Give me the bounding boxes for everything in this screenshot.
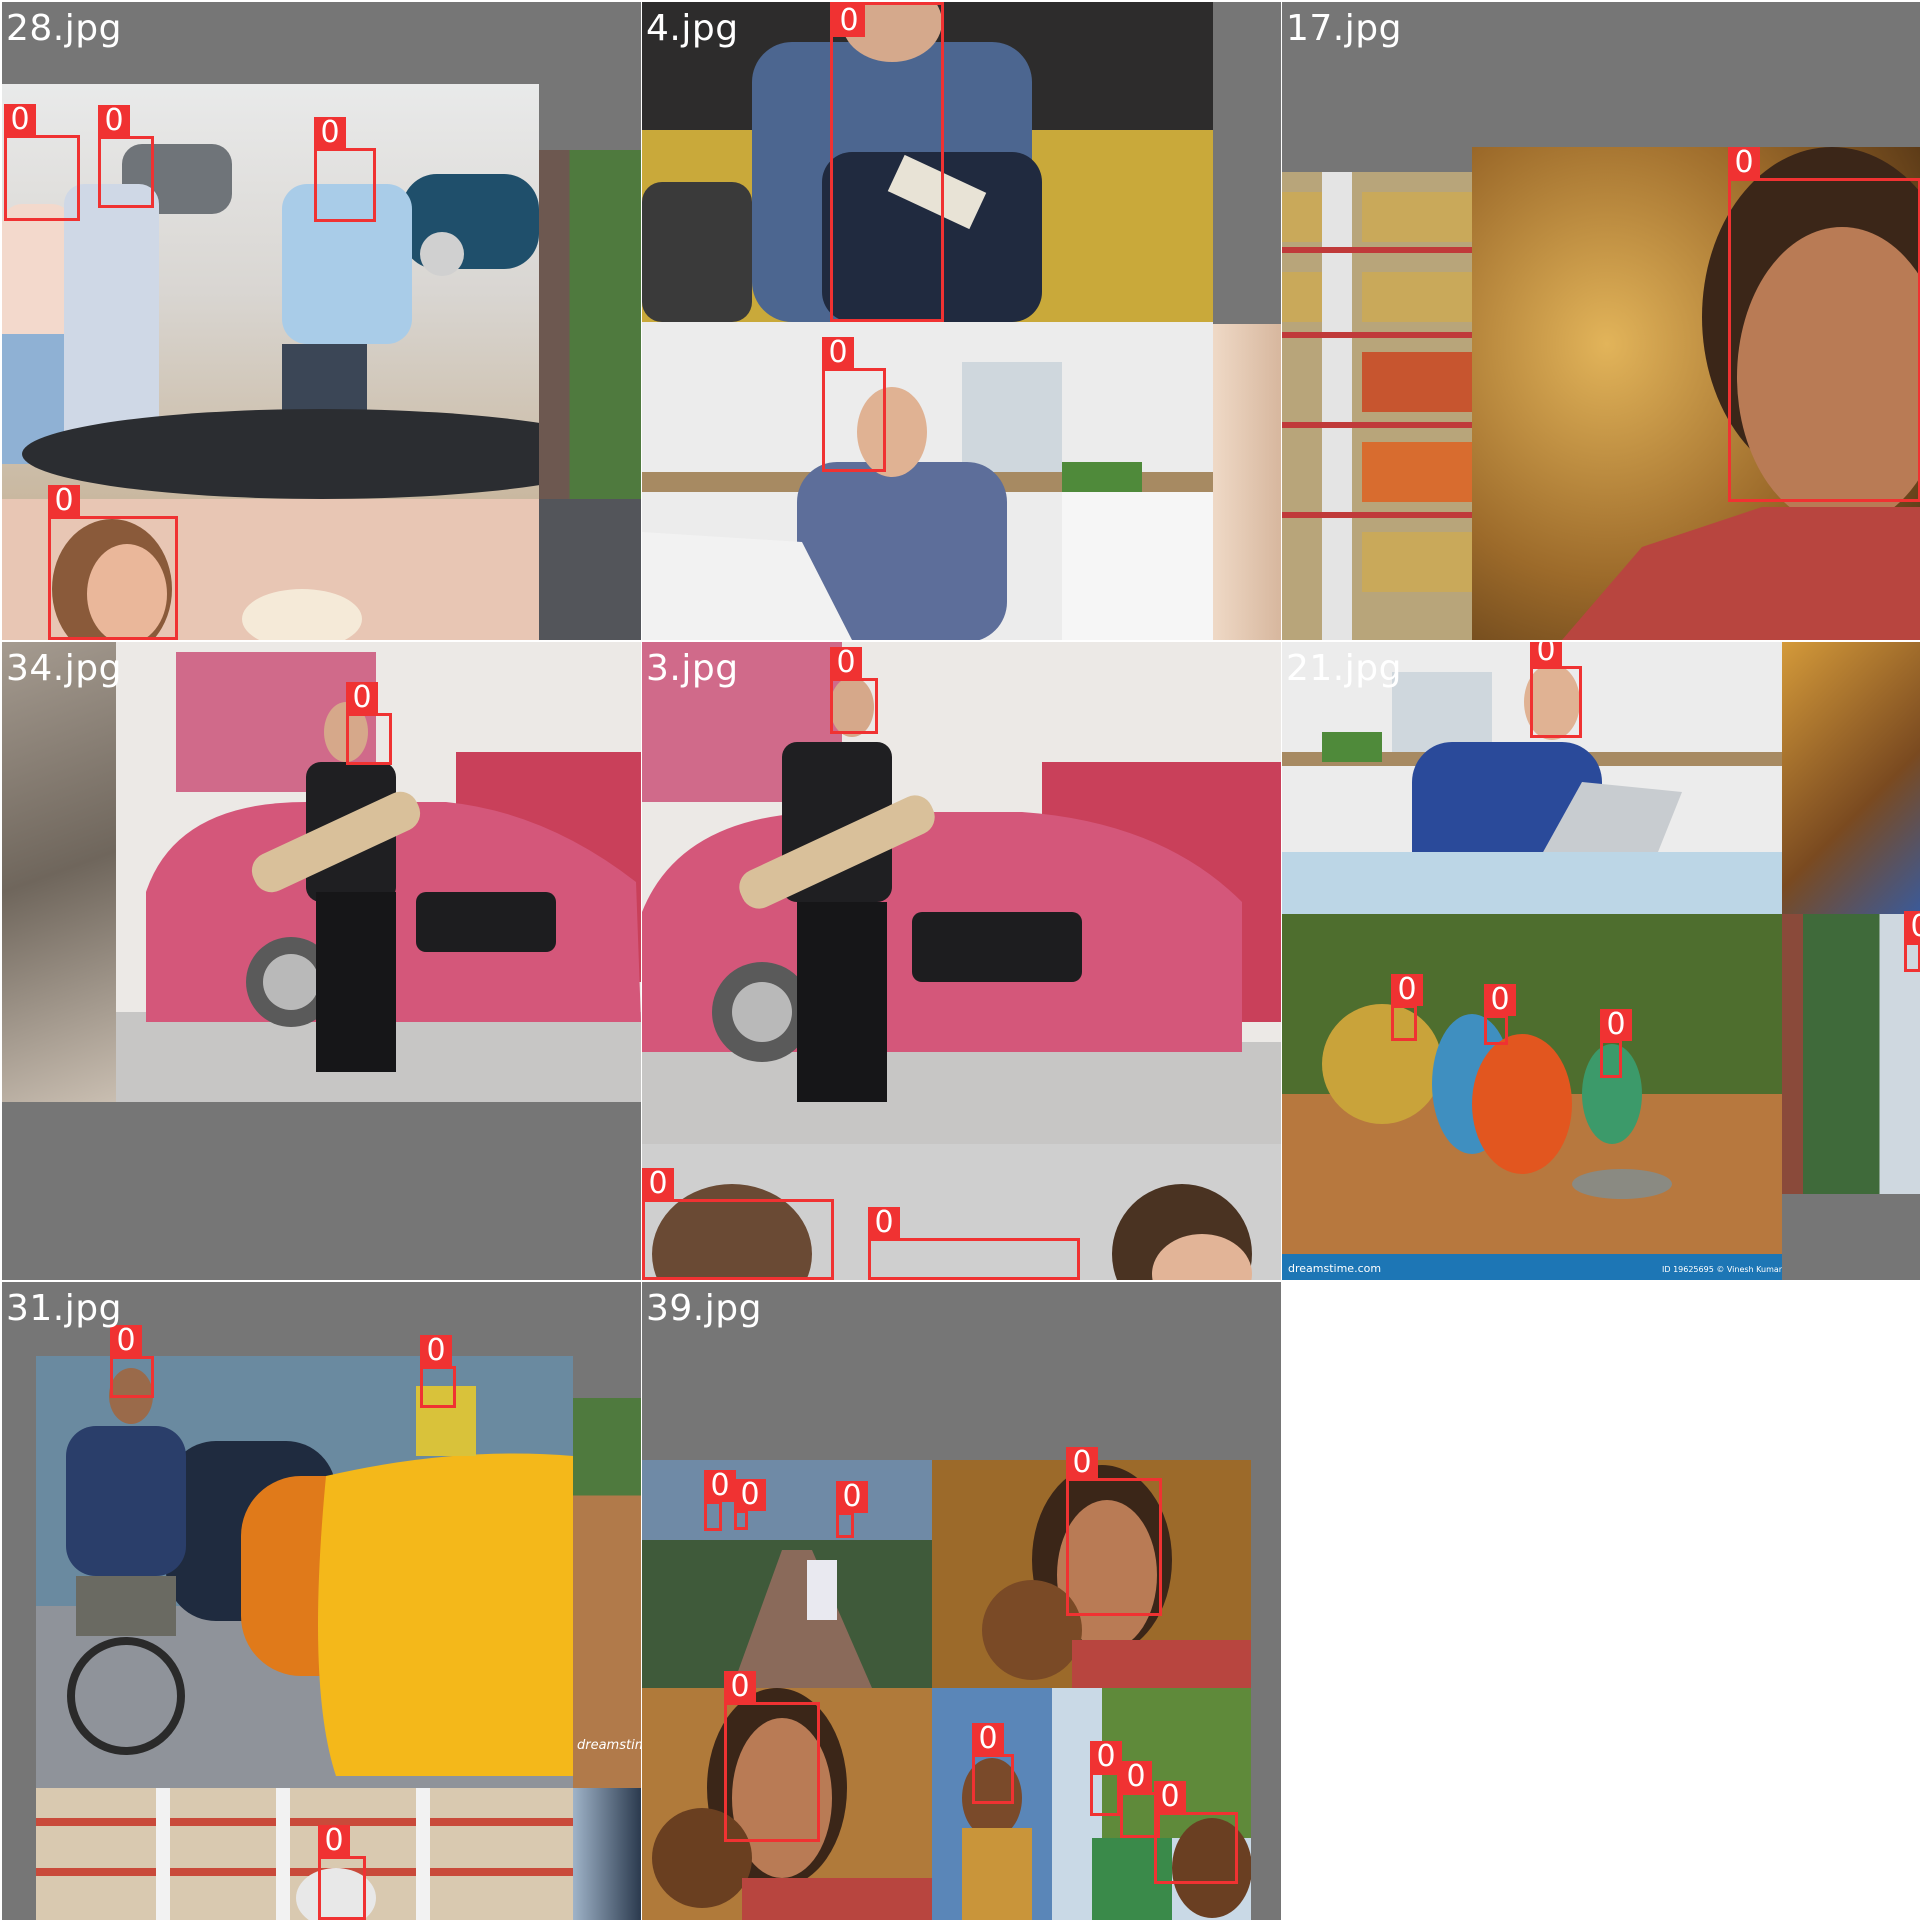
- detection-box: 0: [314, 117, 376, 222]
- mosaic-tile-3: 3.jpg 0 0 0: [642, 642, 1281, 1280]
- empty-grid-cell: [1282, 1282, 1920, 1920]
- class-label: 0: [1904, 911, 1920, 943]
- class-label: 0: [724, 1671, 756, 1703]
- photo-forest-path: [642, 1460, 932, 1688]
- photo-street-railing: [1782, 914, 1920, 1194]
- class-label: 0: [48, 485, 80, 517]
- tile-title: 28.jpg: [6, 8, 122, 49]
- detection-box: 0: [830, 2, 944, 322]
- photo-car-showroom: [2, 84, 539, 499]
- photo-women-planting: dreamstime.com ID 19625695 © Vinesh Kuma…: [1282, 914, 1782, 1280]
- class-label: 0: [830, 647, 862, 679]
- mosaic-tile-17: 17.jpg 0: [1282, 2, 1920, 640]
- detection-box: 0: [642, 1168, 834, 1280]
- detection-box: 0: [346, 682, 392, 765]
- detection-box: 0: [318, 1825, 366, 1920]
- tile-title: 4.jpg: [646, 8, 739, 49]
- detection-box: 0: [734, 1479, 766, 1530]
- mosaic-tile-31: 31.jpg dreamstime 0 0 0: [2, 1282, 641, 1920]
- class-label: 0: [868, 1207, 900, 1239]
- class-label: 0: [1600, 1009, 1632, 1041]
- mosaic-tile-4: 4.jpg 0 0: [642, 2, 1281, 640]
- class-label: 0: [98, 105, 130, 137]
- class-label: 0: [822, 337, 854, 369]
- photo-man-edge: [573, 1788, 641, 1920]
- class-label: 0: [704, 1470, 736, 1502]
- class-label: 0: [642, 1168, 674, 1200]
- class-label: 0: [972, 1723, 1004, 1755]
- class-label: 0: [836, 1481, 868, 1513]
- tile-title: 31.jpg: [6, 1288, 122, 1329]
- photo-man-laptop-kitchen: [642, 322, 1213, 640]
- detection-box: 0: [1600, 1009, 1632, 1078]
- class-label: 0: [833, 5, 865, 37]
- detection-box: 0: [4, 104, 80, 221]
- detection-box: 0: [1391, 974, 1423, 1041]
- detection-box: 0: [836, 1481, 868, 1538]
- detection-box: 0: [972, 1723, 1014, 1804]
- detection-box: 0: [420, 1335, 456, 1408]
- detection-box: 0: [98, 105, 154, 208]
- mosaic-tile-39: 39.jpg 0 0 0 0 0 0 0 0 0: [642, 1282, 1281, 1920]
- class-label: 0: [318, 1825, 350, 1857]
- photo-guitarist-pink-car: [642, 642, 1281, 1144]
- class-label: 0: [346, 682, 378, 714]
- watermark-text: dreamstime: [577, 1738, 641, 1753]
- detection-box: 0: [1154, 1781, 1238, 1884]
- detection-box: 0: [704, 1470, 736, 1531]
- class-label: 0: [734, 1479, 766, 1511]
- class-label: 0: [1120, 1761, 1152, 1793]
- photo-dirt-edge: dreamstime: [573, 1398, 641, 1788]
- tile-title: 39.jpg: [646, 1288, 762, 1329]
- class-label: 0: [1090, 1741, 1122, 1773]
- class-label: 0: [314, 117, 346, 149]
- photo-woman-dog-edge: [1782, 642, 1920, 914]
- detection-box: 0: [1484, 984, 1516, 1045]
- watermark-text: dreamstime.com: [1288, 1262, 1381, 1275]
- class-label: 0: [110, 1325, 142, 1357]
- class-label: 0: [1530, 642, 1562, 667]
- photo-edge-strip: [1213, 324, 1281, 640]
- detection-box: 0: [1728, 147, 1920, 502]
- detection-box: 0: [724, 1671, 820, 1842]
- photo-cyclist-cars: [36, 1356, 573, 1788]
- class-label: 0: [1066, 1447, 1098, 1479]
- class-label: 0: [1391, 974, 1423, 1006]
- detection-box: 0: [1904, 911, 1920, 972]
- photo-guitarist-pink-car: [116, 642, 641, 1102]
- detection-box: 0: [1066, 1447, 1162, 1616]
- detection-box: 0: [1530, 642, 1582, 738]
- class-label: 0: [1154, 1781, 1186, 1813]
- tile-title: 17.jpg: [1286, 8, 1402, 49]
- photo-blurred-fur: [2, 642, 116, 1102]
- detection-box: 0: [48, 485, 178, 640]
- watermark-text: ID 19625695 © Vinesh Kumar: [1662, 1265, 1782, 1274]
- mosaic-tile-21: 21.jpg dreamstime.com ID 19625695 © Vine…: [1282, 642, 1920, 1280]
- class-label: 0: [420, 1335, 452, 1367]
- tile-title: 34.jpg: [6, 648, 122, 689]
- detection-box: 0: [830, 647, 878, 734]
- mosaic-tile-28: 28.jpg 0 0 0 0: [2, 2, 641, 640]
- class-label: 0: [1484, 984, 1516, 1016]
- tile-title: 3.jpg: [646, 648, 739, 689]
- mosaic-tile-34: 34.jpg 0: [2, 642, 641, 1280]
- detection-box: 0: [868, 1207, 1080, 1280]
- grid-gap: [1251, 1460, 1281, 1920]
- detection-box: 0: [110, 1325, 154, 1398]
- class-label: 0: [1728, 147, 1760, 179]
- detection-box: 0: [822, 337, 886, 472]
- class-label: 0: [4, 104, 36, 136]
- photo-grocery-aisle: [36, 1788, 573, 1920]
- detection-box: 0: [1090, 1741, 1122, 1816]
- photo-market-sign: [539, 499, 641, 640]
- tile-title: 21.jpg: [1286, 648, 1402, 689]
- photo-grocery-shelves: [1282, 172, 1472, 640]
- photo-hedge: [539, 150, 641, 500]
